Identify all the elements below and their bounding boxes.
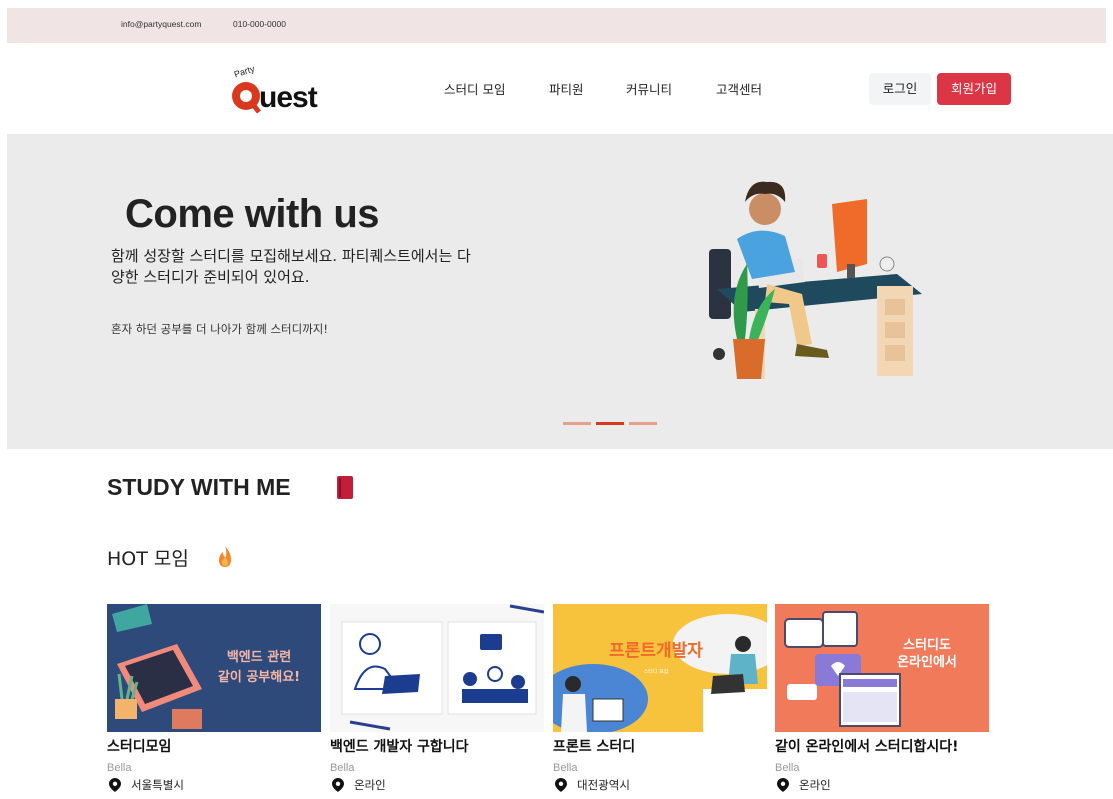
study-card[interactable]: 스터디도 온라인에서 같이 온라인에서 스터디합시다! Bella 온라인 — [775, 604, 989, 793]
study-card[interactable]: 백엔드 관련 같이 공부해요! 스터디모임 Bella 서울특별시 — [107, 604, 321, 793]
svg-text:온라인에서: 온라인에서 — [897, 654, 957, 670]
card-location-text: 서울특별시 — [131, 778, 184, 792]
hero-title: Come with us — [125, 192, 380, 236]
study-card[interactable]: 프론트개발자 스터디 모집 프론트 스터디 Bella 대전광역시 — [553, 604, 767, 793]
card-author: Bella — [330, 762, 355, 774]
header: Party uest 스터디 모임 파티원 커뮤니티 고객센터 로그인 회원가입 — [0, 43, 1113, 134]
card-image-text: 프론트개발자 — [609, 641, 703, 661]
contact-email[interactable]: info@partyquest.com — [121, 19, 201, 29]
nav-party-members[interactable]: 파티원 — [549, 79, 584, 98]
top-info-bar: info@partyquest.com 010-000-0000 — [7, 8, 1106, 43]
person-at-desk-illustration — [709, 181, 922, 379]
hot-section-title: HOT 모임 — [107, 548, 189, 570]
logo-main-text: uest — [259, 81, 318, 114]
login-button[interactable]: 로그인 — [869, 73, 931, 105]
logo-small-text: Party — [233, 63, 257, 79]
nav-study-group[interactable]: 스터디 모임 — [444, 79, 505, 98]
backend-developer-image — [341, 604, 544, 731]
backend-study-image: 백엔드 관련 같이 공부해요! — [112, 604, 300, 729]
book-icon — [337, 476, 353, 499]
fire-icon — [219, 546, 231, 567]
section-title: STUDY WITH ME — [107, 474, 291, 500]
card-location-text: 온라인 — [354, 778, 386, 792]
location-pin-icon — [109, 778, 121, 792]
card-location: 온라인 — [330, 777, 544, 793]
card-title[interactable]: 프론트 스터디 — [553, 736, 767, 756]
card-author: Bella — [107, 762, 132, 774]
card-author: Bella — [775, 762, 800, 774]
card-title[interactable]: 스터디모임 — [107, 736, 321, 756]
card-location-text: 온라인 — [799, 778, 831, 792]
hero-banner: Come with us 함께 성장할 스터디를 모집해보세요. 파티퀘스트에서… — [7, 134, 1113, 449]
card-thumbnail[interactable] — [330, 604, 544, 732]
card-thumbnail[interactable]: 스터디도 온라인에서 — [775, 604, 989, 732]
signup-button[interactable]: 회원가입 — [937, 73, 1011, 105]
study-card[interactable]: 백엔드 개발자 구합니다 Bella 온라인 — [330, 604, 544, 793]
card-image-text: 백엔드 관련 — [227, 649, 291, 665]
card-location: 대전광역시 — [553, 777, 767, 793]
hero-subtitle: 함께 성장할 스터디를 모집해보세요. 파티퀘스트에서는 다양한 스터디가 준비… — [111, 247, 471, 286]
hero-tagline: 혼자 하던 공부를 더 나아가 함께 스터디까지! — [111, 322, 328, 336]
card-thumbnail[interactable]: 프론트개발자 스터디 모집 — [553, 604, 767, 732]
carousel-dot-2[interactable] — [596, 422, 624, 425]
carousel-dot-1[interactable] — [563, 422, 591, 425]
card-title[interactable]: 같이 온라인에서 스터디합시다! — [775, 736, 989, 756]
card-location: 온라인 — [775, 777, 989, 793]
online-study-image: 스터디도 온라인에서 — [784, 611, 957, 727]
nav-community[interactable]: 커뮤니티 — [626, 79, 672, 98]
carousel-dot-3[interactable] — [629, 422, 657, 425]
card-author: Bella — [553, 762, 578, 774]
card-title[interactable]: 백엔드 개발자 구합니다 — [330, 736, 544, 756]
contact-phone: 010-000-0000 — [233, 19, 286, 29]
card-location: 서울특별시 — [107, 777, 321, 793]
party-quest-logo[interactable]: Party uest — [226, 60, 356, 118]
card-thumbnail[interactable]: 백엔드 관련 같이 공부해요! — [107, 604, 321, 732]
location-pin-icon — [555, 778, 567, 792]
location-pin-icon — [332, 778, 344, 792]
frontend-study-image: 프론트개발자 스터디 모집 — [553, 614, 767, 732]
svg-text:같이 공부해요!: 같이 공부해요! — [218, 669, 300, 685]
card-location-text: 대전광역시 — [577, 778, 630, 792]
nav-customer-center[interactable]: 고객센터 — [716, 79, 762, 98]
svg-text:스터디 모집: 스터디 모집 — [644, 668, 669, 675]
location-pin-icon — [777, 778, 789, 792]
card-image-text: 스터디도 — [903, 637, 951, 653]
